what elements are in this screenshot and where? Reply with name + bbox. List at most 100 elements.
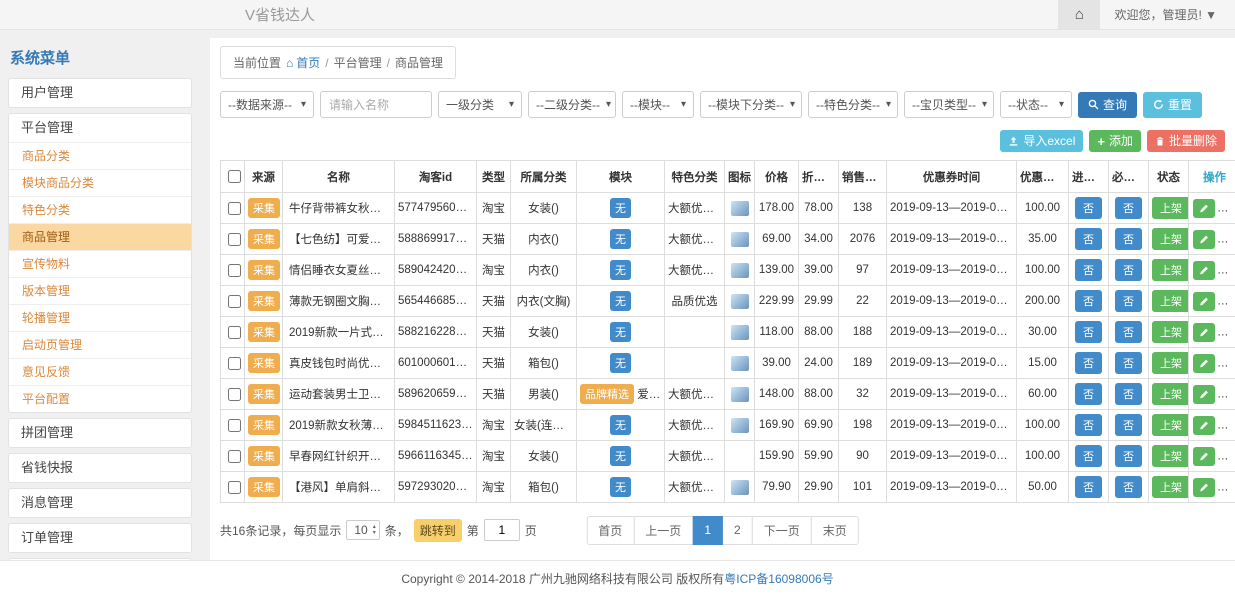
row-checkbox[interactable] <box>228 202 241 215</box>
must-buy-button[interactable]: 否 <box>1115 228 1142 250</box>
home-button[interactable]: ⌂ <box>1058 0 1100 29</box>
must-buy-button[interactable]: 否 <box>1115 352 1142 374</box>
filter-select[interactable]: --特色分类--▾ <box>808 91 898 118</box>
jump-button[interactable]: 跳转到 <box>414 519 462 542</box>
must-buy-button[interactable]: 否 <box>1115 414 1142 436</box>
filter-select[interactable]: --数据来源--▾ <box>220 91 314 118</box>
row-checkbox[interactable] <box>228 233 241 246</box>
filter-bar: --数据来源--▾ 一级分类▾--二级分类--▾--模块--▾--模块下分类--▾… <box>220 91 1225 118</box>
must-buy-button[interactable]: 否 <box>1115 259 1142 281</box>
filter-select[interactable]: --状态--▾ <box>1000 91 1072 118</box>
per-page-input[interactable]: 10 ▴▾ <box>346 520 379 540</box>
status-button[interactable]: 上架 <box>1152 228 1189 250</box>
must-buy-button[interactable]: 否 <box>1115 197 1142 219</box>
import-select-button[interactable]: 否 <box>1075 352 1102 374</box>
row-checkbox[interactable] <box>228 295 241 308</box>
page-button[interactable]: 末页 <box>811 516 859 545</box>
edit-button[interactable] <box>1193 230 1215 249</box>
import-select-button[interactable]: 否 <box>1075 259 1102 281</box>
add-button[interactable]: + 添加 <box>1089 130 1141 152</box>
filter-select[interactable]: --模块--▾ <box>622 91 694 118</box>
sidebar-subitem[interactable]: 平台配置 <box>9 385 191 412</box>
sidebar-subitem[interactable]: 模块商品分类 <box>9 169 191 196</box>
icp-link[interactable]: 粤ICP备16098006号 <box>724 572 833 586</box>
search-button[interactable]: 查询 <box>1078 92 1137 118</box>
reset-button[interactable]: 重置 <box>1143 92 1202 118</box>
sidebar-item[interactable]: 拼团管理 <box>9 419 191 447</box>
row-checkbox[interactable] <box>228 357 241 370</box>
sidebar-item[interactable]: 用户管理 <box>9 79 191 107</box>
sidebar-item[interactable]: 订单管理 <box>9 524 191 552</box>
column-header: 来源 <box>245 161 283 193</box>
import-select-button[interactable]: 否 <box>1075 290 1102 312</box>
row-checkbox[interactable] <box>228 388 241 401</box>
import-select-button[interactable]: 否 <box>1075 445 1102 467</box>
status-button[interactable]: 上架 <box>1152 383 1189 405</box>
row-checkbox[interactable] <box>228 264 241 277</box>
import-select-button[interactable]: 否 <box>1075 321 1102 343</box>
status-button[interactable]: 上架 <box>1152 476 1189 498</box>
status-button[interactable]: 上架 <box>1152 321 1189 343</box>
row-checkbox[interactable] <box>228 326 241 339</box>
page-button[interactable]: 下一页 <box>752 516 812 545</box>
batch-delete-button[interactable]: 批量删除 <box>1147 130 1225 152</box>
edit-button[interactable] <box>1193 416 1215 435</box>
must-buy-button[interactable]: 否 <box>1115 476 1142 498</box>
status-button[interactable]: 上架 <box>1152 290 1189 312</box>
sidebar-subitem[interactable]: 商品管理 <box>9 223 191 250</box>
import-select-button[interactable]: 否 <box>1075 383 1102 405</box>
status-button[interactable]: 上架 <box>1152 414 1189 436</box>
sidebar-subitem[interactable]: 宣传物料 <box>9 250 191 277</box>
sidebar-subitem[interactable]: 版本管理 <box>9 277 191 304</box>
status-button[interactable]: 上架 <box>1152 352 1189 374</box>
sidebar-subitem[interactable]: 特色分类 <box>9 196 191 223</box>
filter-select[interactable]: --二级分类--▾ <box>528 91 616 118</box>
edit-button[interactable] <box>1193 292 1215 311</box>
edit-button[interactable] <box>1193 354 1215 373</box>
sidebar-item[interactable]: 省钱快报 <box>9 454 191 482</box>
row-checkbox[interactable] <box>228 481 241 494</box>
sidebar-item[interactable]: 平台管理 <box>9 114 191 142</box>
must-buy-button[interactable]: 否 <box>1115 321 1142 343</box>
edit-button[interactable] <box>1193 385 1215 404</box>
sidebar-item[interactable]: 消息管理 <box>9 489 191 517</box>
edit-button[interactable] <box>1193 261 1215 280</box>
sidebar-subitem[interactable]: 意见反馈 <box>9 358 191 385</box>
sidebar-subitem[interactable]: 商品分类 <box>9 142 191 169</box>
must-buy-button[interactable]: 否 <box>1115 383 1142 405</box>
coupon-time: 2019-09-13—2019-09-18 <box>887 224 1017 255</box>
page-number-input[interactable] <box>484 519 520 541</box>
must-buy-button[interactable]: 否 <box>1115 290 1142 312</box>
table-header-row: 来源名称淘客id类型所属分类模块特色分类图标价格折后价销售数量优惠券时间优惠券金… <box>221 161 1235 193</box>
must-buy-button[interactable]: 否 <box>1115 445 1142 467</box>
sidebar-subitem[interactable]: 轮播管理 <box>9 304 191 331</box>
edit-button[interactable] <box>1193 199 1215 218</box>
edit-button[interactable] <box>1193 478 1215 497</box>
status-button[interactable]: 上架 <box>1152 445 1189 467</box>
row-checkbox[interactable] <box>228 419 241 432</box>
import-select-button[interactable]: 否 <box>1075 228 1102 250</box>
breadcrumb-home-link[interactable]: ⌂ 首页 <box>286 54 320 71</box>
edit-button[interactable] <box>1193 447 1215 466</box>
select-all-checkbox[interactable] <box>228 170 241 183</box>
status-button[interactable]: 上架 <box>1152 197 1189 219</box>
filter-select[interactable]: --模块下分类--▾ <box>700 91 802 118</box>
import-select-button[interactable]: 否 <box>1075 476 1102 498</box>
user-menu[interactable]: 欢迎您，管理员! ▼ <box>1100 6 1235 23</box>
icon-cell <box>725 348 755 379</box>
import-select-button[interactable]: 否 <box>1075 197 1102 219</box>
page-button[interactable]: 首页 <box>586 516 634 545</box>
import-select-button[interactable]: 否 <box>1075 414 1102 436</box>
page-button[interactable]: 1 <box>692 516 723 545</box>
sidebar-subitem[interactable]: 启动页管理 <box>9 331 191 358</box>
row-checkbox[interactable] <box>228 450 241 463</box>
sidebar-menu: 用户管理平台管理商品分类模块商品分类特色分类商品管理宣传物料版本管理轮播管理启动… <box>8 78 192 588</box>
filter-select[interactable]: 一级分类▾ <box>438 91 522 118</box>
name-search-input[interactable] <box>320 91 432 118</box>
import-excel-button[interactable]: 导入excel <box>1000 130 1083 152</box>
page-button[interactable]: 上一页 <box>633 516 693 545</box>
filter-select[interactable]: --宝贝类型--▾ <box>904 91 994 118</box>
page-button[interactable]: 2 <box>722 516 753 545</box>
status-button[interactable]: 上架 <box>1152 259 1189 281</box>
edit-button[interactable] <box>1193 323 1215 342</box>
